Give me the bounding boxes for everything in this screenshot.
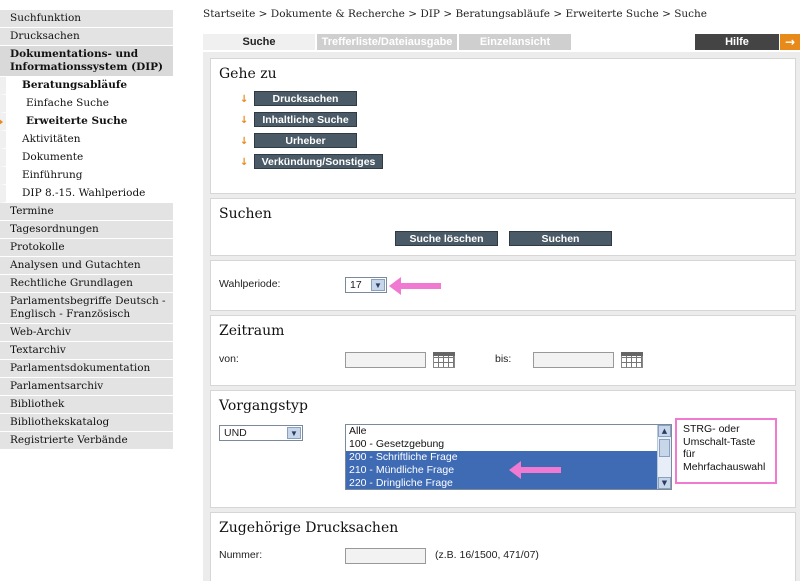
arrow-down-icon: ↓ bbox=[240, 94, 249, 105]
scrollbar-thumb[interactable] bbox=[659, 439, 670, 457]
scrollbar[interactable]: ▲ ▼ bbox=[657, 425, 671, 489]
sidebar-item[interactable]: Registrierte Verbände bbox=[0, 432, 173, 450]
sidebar-nav: Suchfunktion Drucksachen Dokumentations- u… bbox=[0, 10, 173, 450]
pink-arrow-icon bbox=[509, 461, 561, 479]
list-option[interactable]: 100 - Gesetzgebung bbox=[346, 438, 658, 451]
panel-title: Gehe zu bbox=[219, 66, 277, 82]
sidebar-item[interactable]: DIP 8.-15. Wahlperiode bbox=[0, 185, 173, 203]
panel-drucksachen: Zugehörige Drucksachen Nummer: (z.B. 16/… bbox=[210, 512, 796, 581]
operator-select[interactable]: UND ▼ bbox=[219, 425, 303, 441]
list-option[interactable]: 200 - Schriftliche Frage bbox=[346, 451, 658, 464]
scroll-down-icon[interactable]: ▼ bbox=[658, 477, 671, 489]
sidebar-item[interactable]: Suchfunktion bbox=[0, 10, 173, 28]
scroll-up-icon[interactable]: ▲ bbox=[658, 425, 671, 437]
search-button[interactable]: Suchen bbox=[509, 231, 612, 246]
list-option[interactable]: Alle bbox=[346, 425, 658, 438]
sidebar-item[interactable]: Web-Archiv bbox=[0, 324, 173, 342]
sidebar-item[interactable]: Parlamentsdokumentation bbox=[0, 360, 173, 378]
von-date-input[interactable] bbox=[345, 352, 426, 368]
multiselect-hint: STRG- oder Umschalt-Taste für Mehrfachau… bbox=[675, 418, 777, 484]
list-option[interactable]: 210 - Mündliche Frage bbox=[346, 464, 658, 477]
chevron-down-icon[interactable]: ▼ bbox=[287, 427, 301, 439]
vorgangstyp-listbox[interactable]: Alle 100 - Gesetzgebung 200 - Schriftliche… bbox=[345, 424, 672, 490]
panel-title: Zugehörige Drucksachen bbox=[219, 520, 399, 536]
goto-urheber-button[interactable]: Urheber bbox=[254, 133, 357, 148]
sidebar-item[interactable]: Beratungsabläufe bbox=[0, 77, 173, 95]
sidebar-item[interactable]: Einführung bbox=[0, 167, 173, 185]
arrow-down-icon: ↓ bbox=[240, 136, 249, 147]
sidebar-item[interactable]: Drucksachen bbox=[0, 28, 173, 46]
sidebar-item[interactable]: Textarchiv bbox=[0, 342, 173, 360]
tab-suche[interactable]: Suche bbox=[203, 34, 315, 50]
tab-bar: Suche Trefferliste/Dateiausgabe Einzelan… bbox=[203, 34, 573, 50]
wahlperiode-select[interactable]: 17 ▼ bbox=[345, 277, 387, 293]
sidebar-item[interactable]: Parlamentsarchiv bbox=[0, 378, 173, 396]
nummer-label: Nummer: bbox=[219, 549, 263, 561]
pink-arrow-icon bbox=[389, 277, 441, 295]
nummer-example: (z.B. 16/1500, 471/07) bbox=[435, 549, 539, 561]
wahlperiode-label: Wahlperiode: bbox=[219, 278, 281, 290]
sidebar-item[interactable]: Termine bbox=[0, 203, 173, 221]
panel-title: Vorgangstyp bbox=[219, 398, 308, 414]
sidebar-item[interactable]: Protokolle bbox=[0, 239, 173, 257]
sidebar-item[interactable]: Aktivitäten bbox=[0, 131, 173, 149]
calendar-icon[interactable] bbox=[433, 352, 455, 368]
panel-zeitraum: Zeitraum von: bis: bbox=[210, 315, 796, 386]
help-button[interactable]: Hilfe bbox=[695, 34, 779, 50]
sidebar-item[interactable]: Erweiterte Suche bbox=[0, 113, 173, 131]
nummer-input[interactable] bbox=[345, 548, 426, 564]
chevron-down-icon[interactable]: ▼ bbox=[371, 279, 385, 291]
panel-wahlperiode: Wahlperiode: 17 ▼ bbox=[210, 260, 796, 311]
search-form: Gehe zu ↓ Drucksachen ↓ Inhaltliche Such… bbox=[203, 52, 800, 581]
panel-gehe-zu: Gehe zu ↓ Drucksachen ↓ Inhaltliche Such… bbox=[210, 58, 796, 194]
panel-title: Suchen bbox=[219, 206, 272, 222]
sidebar-item[interactable]: Bibliothekskatalog bbox=[0, 414, 173, 432]
sidebar-item[interactable]: Parlamentsbegriffe Deutsch - Englisch - … bbox=[0, 293, 173, 324]
goto-drucksachen-button[interactable]: Drucksachen bbox=[254, 91, 357, 106]
arrow-right-icon[interactable]: → bbox=[780, 34, 800, 50]
sidebar-item[interactable]: Tagesordnungen bbox=[0, 221, 173, 239]
clear-search-button[interactable]: Suche löschen bbox=[395, 231, 498, 246]
panel-title: Zeitraum bbox=[219, 323, 285, 339]
tab-einzelansicht[interactable]: Einzelansicht bbox=[459, 34, 571, 50]
wahlperiode-value: 17 bbox=[350, 279, 362, 291]
operator-value: UND bbox=[224, 427, 247, 439]
sidebar-item[interactable]: Analysen und Gutachten bbox=[0, 257, 173, 275]
sidebar-item[interactable]: Dokumente bbox=[0, 149, 173, 167]
sidebar-item[interactable]: Rechtliche Grundlagen bbox=[0, 275, 173, 293]
panel-vorgangstyp: Vorgangstyp UND ▼ Alle 100 - Gesetzgebung… bbox=[210, 390, 796, 508]
von-label: von: bbox=[219, 353, 239, 365]
sidebar-item[interactable]: Bibliothek bbox=[0, 396, 173, 414]
list-option[interactable]: 220 - Dringliche Frage bbox=[346, 477, 658, 489]
calendar-icon[interactable] bbox=[621, 352, 643, 368]
goto-verkuendung-button[interactable]: Verkündung/Sonstiges bbox=[254, 154, 383, 169]
arrow-down-icon: ↓ bbox=[240, 115, 249, 126]
arrow-down-icon: ↓ bbox=[240, 157, 249, 168]
tab-trefferliste[interactable]: Trefferliste/Dateiausgabe bbox=[317, 34, 457, 50]
sidebar-item[interactable]: Einfache Suche bbox=[0, 95, 173, 113]
panel-suchen: Suchen Suche löschen Suchen bbox=[210, 198, 796, 256]
bis-label: bis: bbox=[495, 353, 512, 365]
breadcrumb: Startseite > Dokumente & Recherche > DIP… bbox=[203, 8, 708, 20]
goto-inhaltliche-suche-button[interactable]: Inhaltliche Suche bbox=[254, 112, 357, 127]
bis-date-input[interactable] bbox=[533, 352, 614, 368]
sidebar-item[interactable]: Dokumentations- und Informationssystem (… bbox=[0, 46, 173, 77]
